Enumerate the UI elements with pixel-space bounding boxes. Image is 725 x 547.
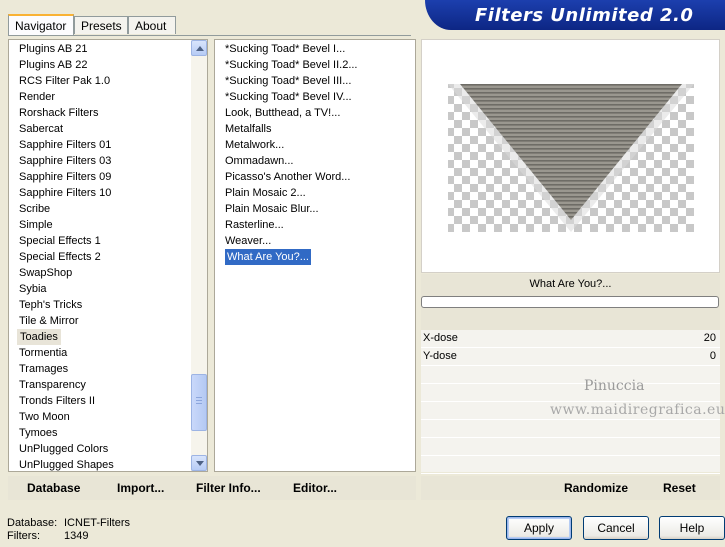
param-value[interactable]: 20: [704, 332, 716, 344]
category-item[interactable]: Sapphire Filters 09: [19, 169, 111, 185]
param-row-empty: [421, 456, 720, 474]
category-item[interactable]: UnPlugged Colors: [19, 441, 108, 457]
apply-button[interactable]: Apply: [506, 516, 572, 540]
progress-bar: [421, 296, 719, 308]
parameter-panel: X-dose 20 Y-dose 0: [421, 330, 720, 474]
filters-label: Filters:: [7, 530, 40, 542]
filter-item[interactable]: *Sucking Toad* Bevel IV...: [225, 89, 352, 105]
scroll-up-button[interactable]: [191, 40, 207, 56]
category-item[interactable]: Tile & Mirror: [19, 313, 78, 329]
category-item[interactable]: Transparency: [19, 377, 86, 393]
category-item[interactable]: Sybia: [19, 281, 47, 297]
preview-pane: [421, 39, 720, 273]
tab-presets[interactable]: Presets: [74, 16, 128, 34]
filter-item[interactable]: What Are You?...: [225, 249, 311, 265]
param-label: Y-dose: [423, 350, 457, 362]
category-item[interactable]: Toadies: [17, 329, 61, 345]
category-item[interactable]: Render: [19, 89, 55, 105]
database-button[interactable]: Database: [27, 481, 80, 495]
filter-item[interactable]: Metalfalls: [225, 121, 271, 137]
category-item[interactable]: Sapphire Filters 10: [19, 185, 111, 201]
category-item[interactable]: Sapphire Filters 01: [19, 137, 111, 153]
category-item[interactable]: Tramages: [19, 361, 68, 377]
filter-item[interactable]: Rasterline...: [225, 217, 284, 233]
scroll-thumb[interactable]: [191, 374, 207, 431]
filter-item[interactable]: Plain Mosaic Blur...: [225, 201, 319, 217]
right-toolbar: Randomize Reset: [421, 476, 720, 500]
param-row-empty: [421, 420, 720, 438]
param-row-y-dose[interactable]: Y-dose 0: [421, 348, 720, 366]
category-item[interactable]: Teph's Tricks: [19, 297, 82, 313]
category-item[interactable]: RCS Filter Pak 1.0: [19, 73, 110, 89]
chevron-up-icon: [196, 46, 204, 51]
filter-item[interactable]: Plain Mosaic 2...: [225, 185, 306, 201]
category-item[interactable]: Simple: [19, 217, 53, 233]
database-value: ICNET-Filters: [64, 517, 130, 529]
filter-item[interactable]: Picasso's Another Word...: [225, 169, 350, 185]
filter-item[interactable]: Weaver...: [225, 233, 271, 249]
category-scrollbar[interactable]: [191, 40, 207, 471]
tab-about[interactable]: About: [128, 16, 176, 34]
category-item[interactable]: Plugins AB 22: [19, 57, 88, 73]
editor-button[interactable]: Editor...: [293, 481, 337, 495]
filter-list[interactable]: *Sucking Toad* Bevel I... *Sucking Toad* …: [214, 39, 416, 472]
randomize-button[interactable]: Randomize: [564, 481, 628, 495]
database-label: Database:: [7, 517, 58, 529]
filter-item[interactable]: *Sucking Toad* Bevel II.2...: [225, 57, 358, 73]
category-item[interactable]: Two Moon: [19, 409, 70, 425]
watermark-name: Pinuccia: [584, 378, 645, 394]
param-value[interactable]: 0: [710, 350, 716, 362]
left-toolbar: Database Import... Filter Info... Editor…: [8, 476, 416, 500]
scroll-down-button[interactable]: [191, 455, 207, 471]
filter-item[interactable]: Look, Butthead, a TV!...: [225, 105, 340, 121]
preview-image: [448, 84, 694, 232]
filters-count: 1349: [64, 530, 89, 542]
category-item[interactable]: Sapphire Filters 03: [19, 153, 111, 169]
category-item[interactable]: UnPlugged Shapes: [19, 457, 114, 473]
param-row-empty: [421, 384, 720, 402]
category-item[interactable]: Special Effects 1: [19, 233, 101, 249]
category-item[interactable]: SwapShop: [19, 265, 72, 281]
filter-item[interactable]: Ommadawn...: [225, 153, 293, 169]
filter-info-button[interactable]: Filter Info...: [196, 481, 261, 495]
category-item[interactable]: Sabercat: [19, 121, 63, 137]
category-item[interactable]: Tronds Filters II: [19, 393, 95, 409]
category-item[interactable]: Tormentia: [19, 345, 67, 361]
param-row-empty: [421, 366, 720, 384]
import-button[interactable]: Import...: [117, 481, 164, 495]
tab-divider: [8, 35, 411, 36]
current-filter-name: What Are You?...: [529, 278, 612, 290]
filters-count-status: Filters: 1349: [7, 530, 88, 542]
watermark-url: www.maidiregrafica.eu: [550, 402, 725, 418]
param-label: X-dose: [423, 332, 458, 344]
filter-item[interactable]: Metalwork...: [225, 137, 284, 153]
cancel-button[interactable]: Cancel: [583, 516, 649, 540]
category-list[interactable]: Plugins AB 21 Plugins AB 22 RCS Filter Pak…: [8, 39, 208, 472]
filter-item[interactable]: *Sucking Toad* Bevel III...: [225, 73, 351, 89]
category-item[interactable]: Special Effects 2: [19, 249, 101, 265]
category-item[interactable]: Plugins AB 21: [19, 41, 88, 57]
help-button[interactable]: Help: [659, 516, 725, 540]
param-row-empty: [421, 438, 720, 456]
param-row-x-dose[interactable]: X-dose 20: [421, 330, 720, 348]
category-item[interactable]: Scribe: [19, 201, 50, 217]
database-status: Database: ICNET-Filters: [7, 517, 130, 529]
app-title: Filters Unlimited 2.0: [475, 5, 694, 26]
reset-button[interactable]: Reset: [663, 481, 696, 495]
chevron-down-icon: [196, 461, 204, 466]
category-item[interactable]: Rorshack Filters: [19, 105, 98, 121]
filter-item[interactable]: *Sucking Toad* Bevel I...: [225, 41, 345, 57]
category-item[interactable]: Tymoes: [19, 425, 58, 441]
tab-navigator[interactable]: Navigator: [8, 14, 74, 36]
